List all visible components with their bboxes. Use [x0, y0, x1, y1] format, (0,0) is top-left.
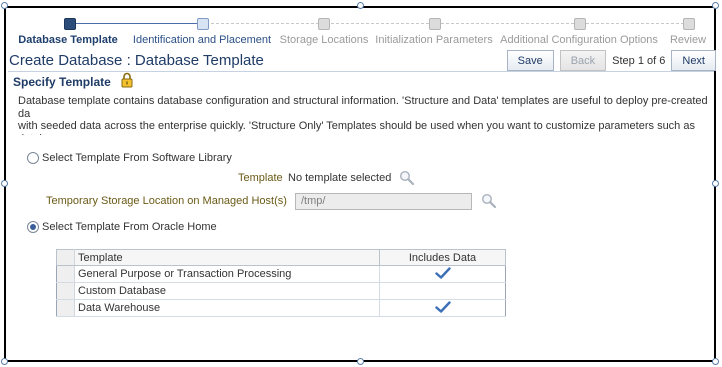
train-step-label: Initialization Parameters	[375, 34, 493, 46]
page-title: Create Database : Database Template	[9, 52, 264, 69]
oracle-home-label: Select Template From Oracle Home	[42, 221, 217, 233]
template-value: No template selected	[288, 172, 392, 184]
table-row[interactable]: General Purpose or Transaction Processin…	[56, 265, 506, 283]
wizard-train: Database Template Identification and Pla…	[6, 8, 716, 50]
save-button[interactable]: Save	[506, 50, 554, 71]
includes-data-cell	[379, 265, 506, 283]
resize-handle-bottom-right[interactable]	[712, 358, 719, 365]
software-library-radio[interactable]	[27, 152, 39, 164]
lock-icon	[121, 72, 133, 88]
row-selector[interactable]	[56, 282, 75, 300]
oracle-home-radio[interactable]	[27, 221, 39, 233]
train-step-marker	[64, 18, 76, 30]
train-step-marker	[318, 18, 330, 30]
includes-data-cell	[379, 299, 506, 317]
next-button[interactable]: Next	[671, 50, 716, 71]
table-header-row: Template Includes Data	[56, 249, 506, 266]
train-step-additional-configuration: Additional Configuration Options	[500, 8, 661, 50]
train-step-database-template[interactable]: Database Template	[6, 8, 136, 50]
train-step-label: Database Template	[18, 34, 118, 46]
header-divider	[8, 71, 714, 72]
template-name-cell: General Purpose or Transaction Processin…	[74, 265, 380, 283]
resize-handle-middle-left[interactable]	[1, 180, 8, 187]
train-step-label: Storage Locations	[279, 34, 369, 46]
train-step-marker	[197, 18, 209, 30]
train-step-marker	[683, 18, 695, 30]
train-step-label: Review	[669, 34, 707, 46]
search-icon[interactable]	[481, 193, 497, 209]
temp-storage-label: Temporary Storage Location on Managed Ho…	[46, 195, 287, 207]
train-step-marker	[574, 18, 586, 30]
column-header-template[interactable]: Template	[74, 249, 380, 266]
section-description: Database template contains database conf…	[18, 95, 708, 135]
template-name-cell: Custom Database	[74, 282, 380, 300]
step-indicator: Step 1 of 6	[612, 54, 666, 67]
table-row[interactable]: Data Warehouse	[56, 299, 506, 317]
row-selector[interactable]	[56, 265, 75, 283]
search-icon[interactable]	[399, 170, 415, 186]
column-header-includes-data[interactable]: Includes Data	[379, 249, 506, 266]
resize-handle-middle-right[interactable]	[712, 180, 719, 187]
template-table: Template Includes Data General Purpose o…	[56, 249, 506, 317]
row-selector[interactable]	[56, 299, 75, 317]
train-step-storage-locations: Storage Locations	[279, 8, 376, 50]
template-name-cell: Data Warehouse	[74, 299, 380, 317]
train-step-initialization-parameters: Initialization Parameters	[375, 8, 501, 50]
temp-storage-input: /tmp/	[295, 193, 472, 210]
section-title: Specify Template	[13, 75, 111, 89]
train-step-identification[interactable]: Identification and Placement	[132, 8, 281, 50]
table-row[interactable]: Custom Database	[56, 282, 506, 300]
checkmark-icon	[434, 300, 451, 313]
back-button: Back	[559, 50, 607, 71]
includes-data-cell	[379, 282, 506, 300]
train-step-label: Identification and Placement	[132, 34, 272, 46]
resize-handle-bottom-center[interactable]	[357, 358, 364, 365]
row-selector-header	[56, 249, 75, 266]
template-label: Template	[238, 172, 283, 184]
train-step-review: Review	[661, 8, 711, 50]
train-step-label: Additional Configuration Options	[500, 34, 658, 46]
checkmark-icon	[434, 266, 451, 279]
software-library-option[interactable]: Select Template From Software Library	[27, 152, 232, 164]
navigation-button-bar: Save Back Step 1 of 6 Next	[506, 50, 716, 71]
resize-handle-bottom-left[interactable]	[1, 358, 8, 365]
software-library-label: Select Template From Software Library	[42, 152, 232, 164]
oracle-home-option[interactable]: Select Template From Oracle Home	[27, 221, 217, 233]
train-step-marker	[429, 18, 441, 30]
